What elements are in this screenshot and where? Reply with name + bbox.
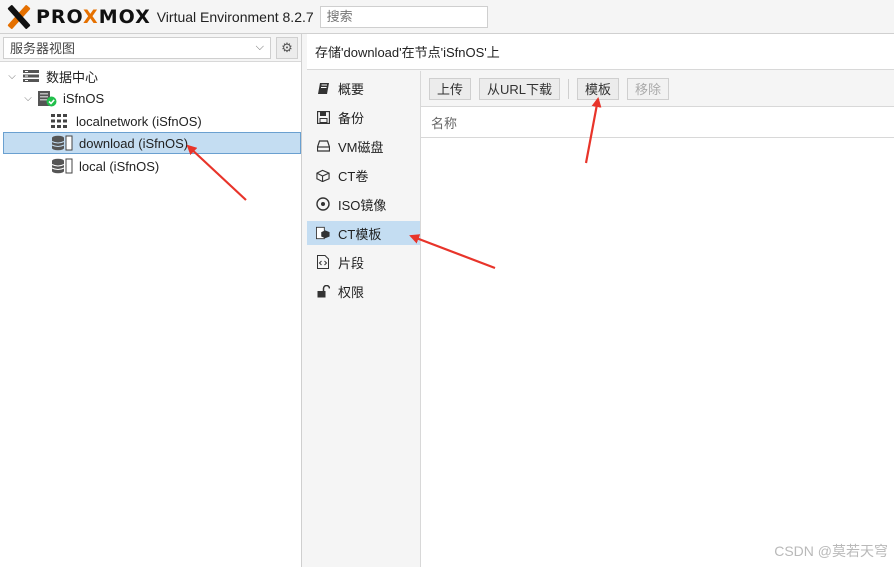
search-input[interactable] <box>319 5 488 28</box>
submenu-item-backup[interactable]: 备份 <box>307 105 420 129</box>
tree-item-label: localnetwork (iSfnOS) <box>76 113 202 129</box>
tree-item-node[interactable]: ⌵ iSfnOS <box>22 87 104 109</box>
node-online-icon <box>37 90 57 107</box>
submenu-item-summary[interactable]: 概要 <box>307 76 420 100</box>
submenu-item-ct-volumes[interactable]: CT卷 <box>307 163 420 187</box>
network-grid-icon <box>51 114 68 128</box>
gear-button[interactable]: ⚙ <box>276 36 298 59</box>
code-file-icon <box>316 255 330 269</box>
storage-icon <box>51 135 73 151</box>
chevron-down-icon[interactable]: ⌵ <box>6 71 18 82</box>
tree-item-local[interactable]: local (iSfnOS) <box>51 155 159 177</box>
view-selector-row: 服务器视图 ⌵ ⚙ <box>0 34 301 62</box>
unlock-icon <box>316 284 330 298</box>
tree-item-download[interactable]: download (iSfnOS) <box>3 132 301 154</box>
proxmox-x-logo-icon <box>6 5 32 29</box>
submenu-item-label: 备份 <box>338 110 365 126</box>
resource-tree-panel: 服务器视图 ⌵ ⚙ ⌵ 数据中心 ⌵ iSfnOS localnetwork (… <box>0 34 302 567</box>
logo-wordmark: PROXMOX <box>36 5 151 28</box>
submenu-item-label: VM磁盘 <box>338 139 384 155</box>
tree-item-localnetwork[interactable]: localnetwork (iSfnOS) <box>51 110 202 132</box>
storage-submenu: 概要 备份 VM磁盘 CT卷 ISO镜像 CT模板 片段 权限 <box>307 71 421 567</box>
download-from-url-button[interactable]: 从URL下载 <box>479 77 561 100</box>
chevron-down-icon[interactable]: ⌵ <box>22 93 34 104</box>
submenu-item-label: 概要 <box>338 81 365 97</box>
tree-item-label: local (iSfnOS) <box>79 158 160 174</box>
submenu-item-vm-disks[interactable]: VM磁盘 <box>307 134 420 158</box>
cube-icon <box>316 168 330 182</box>
page-title: 存储'download'在节点'iSfnOS'上 <box>307 34 894 70</box>
submenu-item-label: ISO镜像 <box>338 197 387 213</box>
product-version: Virtual Environment 8.2.7 <box>156 8 314 25</box>
submenu-item-permissions[interactable]: 权限 <box>307 279 420 303</box>
top-bar: PROXMOX Virtual Environment 8.2.7 <box>0 0 894 34</box>
column-header-name[interactable]: 名称 <box>421 107 894 138</box>
remove-button[interactable]: 移除 <box>627 77 670 100</box>
toolbar-divider <box>568 78 570 99</box>
content-panel: 上传 从URL下载 模板 移除 名称 <box>421 71 894 567</box>
submenu-item-label: CT卷 <box>338 168 369 184</box>
view-select[interactable]: 服务器视图 ⌵ <box>3 36 271 59</box>
toolbar: 上传 从URL下载 模板 移除 <box>421 71 894 107</box>
tree-item-label: iSfnOS <box>63 90 105 106</box>
submenu-item-ct-templates[interactable]: CT模板 <box>307 221 420 245</box>
chevron-down-icon: ⌵ <box>255 41 264 53</box>
book-icon <box>316 81 330 95</box>
gear-icon: ⚙ <box>281 39 293 55</box>
tree-item-label: 数据中心 <box>46 69 99 85</box>
submenu-item-snippets[interactable]: 片段 <box>307 250 420 274</box>
upload-button[interactable]: 上传 <box>429 77 472 100</box>
hdd-icon <box>316 139 330 153</box>
cube-file-icon <box>316 226 330 240</box>
floppy-icon <box>316 110 330 124</box>
storage-icon <box>51 158 73 174</box>
submenu-item-label: 权限 <box>338 284 365 300</box>
templates-button[interactable]: 模板 <box>577 77 620 100</box>
submenu-item-iso-images[interactable]: ISO镜像 <box>307 192 420 216</box>
submenu-item-label: 片段 <box>338 255 365 271</box>
datacenter-icon <box>22 69 40 83</box>
view-select-value: 服务器视图 <box>10 41 76 56</box>
tree-item-datacenter[interactable]: ⌵ 数据中心 <box>6 65 98 87</box>
submenu-item-label: CT模板 <box>338 226 382 242</box>
proxmox-logo[interactable]: PROXMOX Virtual Environment 8.2.7 <box>6 0 314 34</box>
disc-icon <box>316 197 330 211</box>
watermark: CSDN @莫若天穹 <box>774 543 888 559</box>
tree-item-label: download (iSfnOS) <box>79 135 189 151</box>
